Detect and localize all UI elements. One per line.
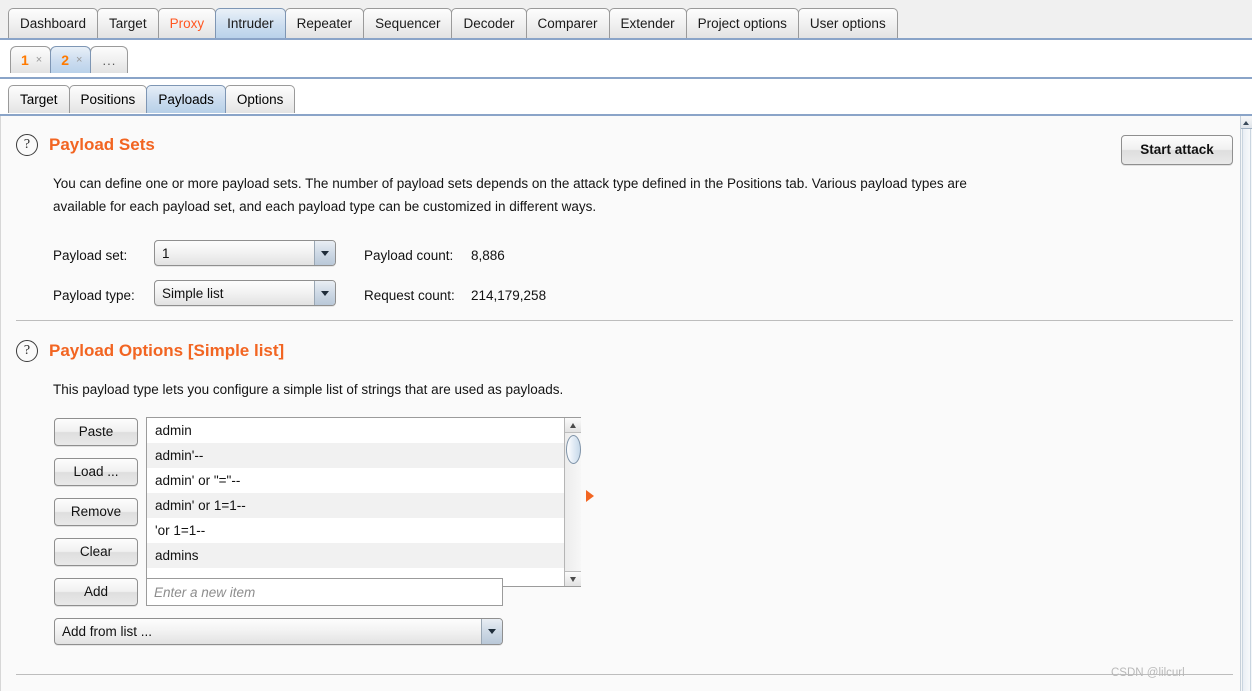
scrollbar-track[interactable] (1242, 129, 1251, 691)
main-tab-bar: Dashboard Target Proxy Intruder Repeater… (0, 0, 1252, 40)
payloads-panel: Start attack ? Payload Sets You can defi… (0, 116, 1240, 691)
add-from-list-value: Add from list ... (62, 624, 153, 639)
main-tab-intruder[interactable]: Intruder (215, 8, 286, 38)
watermark: CSDN @lilcurl (1111, 667, 1185, 679)
payload-options-title: Payload Options [Simple list] (49, 341, 285, 360)
list-item[interactable]: 'or 1=1-- (147, 518, 580, 543)
payload-sets-header: ? Payload Sets (16, 134, 155, 156)
tab-payloads[interactable]: Payloads (146, 85, 226, 113)
section-divider (16, 320, 1233, 321)
payload-options-header: ? Payload Options [Simple list] (16, 340, 284, 362)
payload-type-label: Payload type: (53, 288, 135, 303)
add-item-placeholder: Enter a new item (154, 584, 256, 600)
add-from-list-select[interactable]: Add from list ... (54, 618, 503, 645)
tab-options[interactable]: Options (224, 85, 296, 113)
payload-count-value: 8,886 (471, 248, 505, 263)
list-item[interactable]: admin'-- (147, 443, 580, 468)
panel-scrollbar[interactable] (1240, 116, 1252, 691)
chevron-down-icon[interactable] (481, 619, 502, 644)
payload-options-description: This payload type lets you configure a s… (53, 382, 564, 397)
main-tab-user-options[interactable]: User options (797, 8, 898, 38)
payload-count-label: Payload count: (364, 248, 454, 263)
tab-target[interactable]: Target (8, 85, 70, 113)
main-tab-sequencer[interactable]: Sequencer (363, 8, 453, 38)
expand-arrow-icon[interactable] (586, 490, 594, 502)
chevron-down-icon[interactable] (314, 241, 335, 265)
main-tab-decoder[interactable]: Decoder (451, 8, 527, 38)
tab-positions[interactable]: Positions (68, 85, 148, 113)
close-icon[interactable]: × (76, 54, 82, 66)
main-tab-list: Dashboard Target Proxy Intruder Repeater… (8, 8, 898, 38)
attack-tab-bar: 1 × 2 × ... (0, 40, 1252, 79)
payload-set-value: 1 (162, 245, 170, 261)
scrollbar-thumb[interactable] (566, 435, 581, 464)
scroll-down-arrow-icon[interactable] (565, 571, 581, 586)
help-icon[interactable]: ? (16, 134, 38, 156)
list-item[interactable]: admin' or "="-- (147, 468, 580, 493)
remove-button[interactable]: Remove (54, 498, 138, 526)
help-icon[interactable]: ? (16, 340, 38, 362)
payload-sets-title: Payload Sets (49, 135, 155, 154)
payload-sets-description-line1: You can define one or more payload sets.… (53, 176, 967, 191)
request-count-label: Request count: (364, 288, 455, 303)
main-tab-target[interactable]: Target (97, 8, 159, 38)
main-tab-extender[interactable]: Extender (608, 8, 687, 38)
sub-tab-list: Target Positions Payloads Options (8, 85, 296, 113)
attack-tab-2[interactable]: 2 × (50, 46, 92, 73)
main-tab-dashboard[interactable]: Dashboard (8, 8, 99, 38)
attack-tab-more[interactable]: ... (90, 46, 129, 73)
bottom-divider (16, 674, 1233, 675)
list-item[interactable]: admin (147, 418, 580, 443)
add-button[interactable]: Add (54, 578, 138, 606)
payload-list-scrollbar[interactable] (564, 418, 581, 586)
load-button[interactable]: Load ... (54, 458, 138, 486)
attack-tab-list: 1 × 2 × ... (10, 46, 129, 73)
payload-set-select[interactable]: 1 (154, 240, 336, 266)
payload-sets-description-line2: available for each payload set, and each… (53, 199, 597, 215)
close-icon[interactable]: × (36, 54, 42, 66)
chevron-down-icon[interactable] (314, 281, 335, 305)
add-item-input[interactable]: Enter a new item (146, 578, 503, 606)
start-attack-button[interactable]: Start attack (1121, 135, 1233, 165)
main-tab-comparer[interactable]: Comparer (525, 8, 610, 38)
payload-type-select[interactable]: Simple list (154, 280, 336, 306)
payload-sets-description: You can define one or more payload sets.… (53, 172, 1133, 218)
request-count-value: 214,179,258 (471, 288, 547, 303)
scroll-up-arrow-icon[interactable] (565, 418, 581, 433)
main-tab-proxy[interactable]: Proxy (157, 8, 217, 38)
clear-button[interactable]: Clear (54, 538, 138, 566)
scroll-up-arrow-icon[interactable] (1241, 117, 1252, 129)
payload-type-value: Simple list (162, 285, 224, 301)
attack-tab-1-label: 1 (21, 52, 29, 68)
list-item[interactable]: admin' or 1=1-- (147, 493, 580, 518)
paste-button[interactable]: Paste (54, 418, 138, 446)
main-tab-repeater[interactable]: Repeater (284, 8, 365, 38)
payload-set-label: Payload set: (53, 248, 128, 263)
main-tab-project-options[interactable]: Project options (685, 8, 799, 38)
attack-tab-1[interactable]: 1 × (10, 46, 52, 73)
sub-tab-bar: Target Positions Payloads Options (0, 79, 1252, 116)
list-item[interactable]: admins (147, 543, 580, 568)
attack-tab-2-label: 2 (61, 52, 70, 68)
payload-list[interactable]: admin admin'-- admin' or "="-- admin' or… (146, 417, 581, 587)
